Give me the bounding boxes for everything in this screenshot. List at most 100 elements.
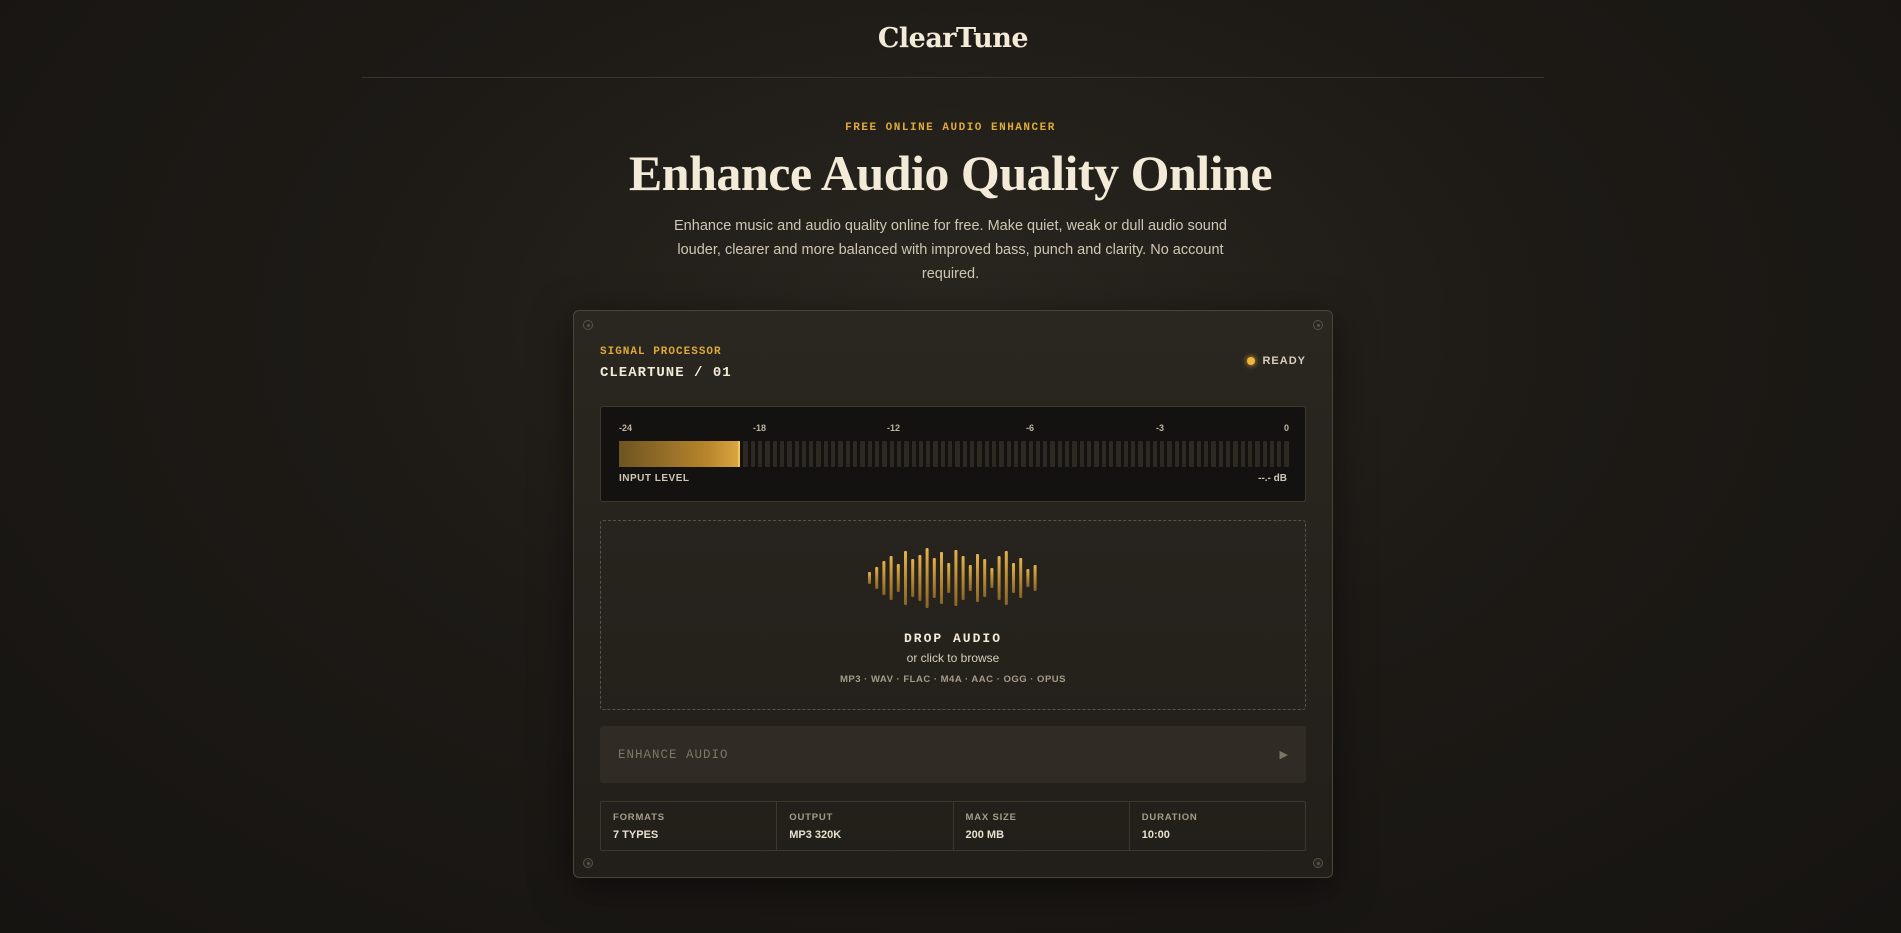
- spec-key: FORMATS: [613, 812, 665, 823]
- meter-segment: [948, 441, 953, 467]
- meter-segment: [1167, 441, 1172, 467]
- waveform-bar: [968, 565, 972, 591]
- screw-icon: [1313, 320, 1323, 330]
- meter-tick: 0: [1283, 423, 1289, 433]
- spec-value: 10:00: [1141, 829, 1170, 841]
- meter-segment: [911, 441, 916, 467]
- waveform-bar: [983, 559, 987, 597]
- meter-segment: [853, 441, 858, 467]
- meter-segment: [1247, 441, 1253, 467]
- meter-segment: [1108, 441, 1114, 467]
- meter-segment: [1225, 441, 1231, 467]
- audio-dropzone[interactable]: DROP AUDIO or click to browse MP3 · WAV …: [600, 520, 1306, 710]
- meter-segment: [1189, 441, 1194, 467]
- meter-segment: [1269, 441, 1275, 467]
- meter-segment: [1057, 441, 1063, 467]
- meter-segment: [889, 441, 894, 467]
- meter-segment: [838, 441, 843, 467]
- meter-segment: [1152, 441, 1158, 467]
- spec-max-size: MAX SIZE 200 MB: [954, 802, 1130, 850]
- meter-segment: [1240, 441, 1245, 467]
- meter-segment: [816, 441, 821, 467]
- waveform-bar: [896, 564, 900, 592]
- meter-segment: [794, 441, 799, 467]
- meter-segment: [787, 441, 792, 467]
- meter-segment: [1160, 441, 1165, 467]
- meter-segment: [1255, 441, 1260, 467]
- meter-segment: [1101, 441, 1106, 467]
- meter-segment: [779, 441, 785, 467]
- dropzone-browse-link[interactable]: or click to browse: [601, 651, 1305, 665]
- waveform-bar: [889, 556, 893, 600]
- meter-segment: [809, 441, 814, 467]
- logo[interactable]: ClearTune: [878, 23, 1029, 54]
- panel-label: SIGNAL PROCESSOR: [600, 346, 722, 358]
- meter-segment: [977, 441, 982, 467]
- waveform-bar: [875, 567, 879, 589]
- waveform-bar: [954, 550, 958, 606]
- spec-key: MAX SIZE: [965, 812, 1017, 823]
- meter-segment: [1065, 441, 1070, 467]
- signal-processor-panel: SIGNAL PROCESSOR CLEARTUNE / 01 READY -2…: [573, 310, 1333, 878]
- dropzone-formats: MP3 · WAV · FLAC · M4A · AAC · OGG · OPU…: [840, 674, 1066, 685]
- waveform-bar: [990, 568, 994, 588]
- hero-eyebrow: FREE ONLINE AUDIO ENHANCER: [845, 122, 1056, 134]
- meter-tick: -24: [619, 423, 633, 433]
- meter-segment: [1233, 441, 1238, 467]
- meter-level-fill: [619, 441, 740, 467]
- meter-segment: [1116, 441, 1121, 467]
- meter-segment: [962, 441, 967, 467]
- meter-segment: [750, 441, 755, 467]
- spec-output: OUTPUT MP3 320K: [777, 802, 954, 850]
- spec-value: MP3 320K: [789, 829, 842, 841]
- waveform-bar: [961, 556, 965, 600]
- meter-segment: [1196, 441, 1201, 467]
- waveform-bar: [925, 548, 929, 608]
- meter-segment: [1182, 441, 1187, 467]
- spec-duration: DURATION 10:00: [1130, 802, 1305, 850]
- meter-segment: [1211, 441, 1216, 467]
- meter-scale: -24 -18 -12 -6 -3 0: [619, 423, 1289, 435]
- waveform-bar: [904, 551, 907, 605]
- waveform-bar: [1019, 558, 1023, 598]
- waveform-bar: [976, 554, 979, 602]
- waveform-bar: [1026, 569, 1030, 587]
- meter-segment: [918, 441, 924, 467]
- meter-segment: [1204, 441, 1209, 467]
- meter-segment: [772, 441, 777, 467]
- meter-segment: [999, 441, 1004, 467]
- waveform-bar: [882, 561, 886, 595]
- spec-table: FORMATS 7 TYPES OUTPUT MP3 320K MAX SIZE…: [600, 801, 1306, 851]
- meter-segment: [1072, 441, 1077, 467]
- page-title: Enhance Audio Quality Online: [628, 145, 1273, 201]
- dropzone-title: DROP AUDIO: [903, 631, 1002, 646]
- meter-segment: [1262, 441, 1267, 467]
- meter-segment: [926, 441, 931, 467]
- meter-segment: [765, 441, 770, 467]
- status-indicator: READY: [1247, 355, 1306, 367]
- waveform-bar: [1012, 563, 1015, 593]
- meter-segment: [801, 441, 807, 467]
- status-dot-icon: [1247, 357, 1256, 365]
- meter-segment: [1006, 441, 1011, 467]
- meter-segment: [823, 441, 829, 467]
- meter-segment: [882, 441, 887, 467]
- waveform-bar: [918, 555, 922, 601]
- meter-segment: [970, 441, 975, 467]
- meter-tick: -3: [1156, 423, 1165, 433]
- meter-segment: [743, 441, 748, 467]
- meter-segment: [1094, 441, 1099, 467]
- meter-segment: [1028, 441, 1033, 467]
- meter-segment: [1145, 441, 1150, 467]
- meter-segment: [1277, 441, 1282, 467]
- meter-tick: -6: [1026, 423, 1035, 433]
- hero-subtitle: Enhance music and audio quality online f…: [674, 218, 1227, 282]
- status-text: READY: [1262, 355, 1306, 367]
- meter-segment: [984, 441, 989, 467]
- meter-segment: [955, 441, 960, 467]
- enhance-audio-button[interactable]: ENHANCE AUDIO ▶: [600, 726, 1306, 783]
- waveform-bar: [1033, 565, 1037, 591]
- meter-segment: [860, 441, 865, 467]
- screw-icon: [583, 858, 593, 868]
- meter-segment: [940, 441, 946, 467]
